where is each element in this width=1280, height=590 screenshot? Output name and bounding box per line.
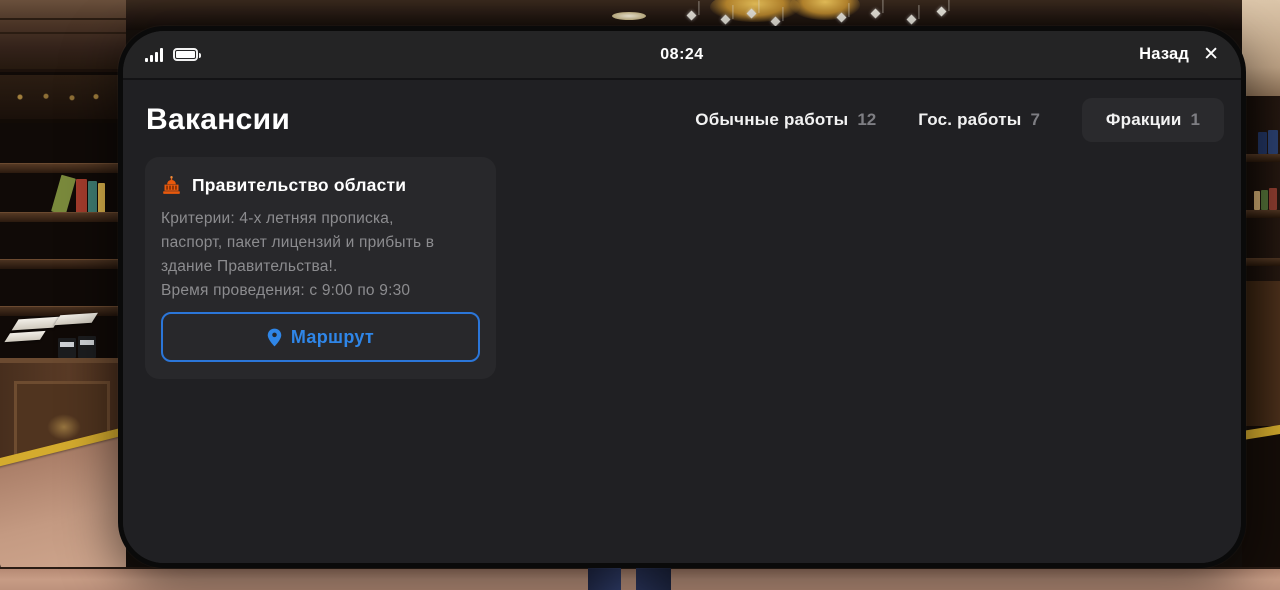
tab-label: Фракции (1105, 110, 1182, 129)
wood-molding (0, 0, 126, 72)
book-spine (1254, 191, 1260, 210)
wall (1242, 0, 1280, 96)
gold-emblem (47, 414, 81, 440)
game-screen: 08:24 Назад ✕ Вакансии Обычные работы 12… (0, 0, 1280, 590)
background-bookshelf-right (1242, 0, 1280, 590)
book-spine (1258, 132, 1267, 154)
book-spine (51, 174, 76, 216)
tab-label: Гос. работы (918, 110, 1022, 129)
tab-factions[interactable]: Фракции 1 (1081, 98, 1224, 142)
book-spine (1269, 188, 1277, 210)
schedule-line: Время проведения: с 9:00 по 9:30 (161, 282, 411, 299)
book-spine (1268, 130, 1278, 154)
government-building-icon (163, 176, 180, 194)
chandelier-crystal-icon (906, 14, 917, 25)
battery-icon (173, 48, 201, 61)
location-pin-icon (267, 328, 282, 346)
shelf-board (0, 212, 126, 222)
vacancy-title: Правительство области (192, 175, 407, 195)
description-line: Критерии: 4-х летняя прописка, (161, 210, 394, 227)
shelf-board (1242, 154, 1280, 162)
paper-sheet (11, 316, 61, 331)
route-button-label: Маршрут (290, 326, 375, 347)
chandelier-gold (790, 0, 860, 20)
binder (58, 338, 76, 358)
tab-count-badge: 1 (1190, 110, 1200, 129)
description-line: здание Правительства!. (161, 258, 338, 275)
tab-bar: Обычные работы 12 Гос. работы 7 Фракции … (695, 98, 1224, 142)
paper-sheet (4, 330, 46, 343)
chandelier-crystal-icon (936, 6, 947, 17)
vacancy-description: Критерии: 4-х летняя прописка, паспорт, … (161, 207, 480, 303)
route-button[interactable]: Маршрут (161, 312, 480, 362)
background-bookshelf-left (0, 0, 126, 590)
shelf-board (0, 163, 126, 173)
book-spine (1261, 190, 1268, 210)
page-title: Вакансии (146, 103, 291, 136)
description-line: паспорт, пакет лицензий и прибыть в (161, 234, 435, 251)
binder (78, 336, 96, 358)
gold-ornament (8, 93, 108, 101)
status-bar: 08:24 Назад ✕ (123, 31, 1241, 80)
shelf-board (1242, 210, 1280, 218)
paper-sheet (54, 312, 98, 326)
book-spine (98, 183, 105, 214)
tab-count-badge: 7 (1030, 110, 1040, 129)
tablet-panel: 08:24 Назад ✕ Вакансии Обычные работы 12… (118, 26, 1246, 568)
wood-frieze (0, 75, 126, 123)
status-left (145, 47, 201, 62)
book-spine (76, 179, 87, 214)
vacancies-page: Вакансии Обычные работы 12 Гос. работы 7… (123, 82, 1241, 563)
tab-regular-jobs[interactable]: Обычные работы 12 (695, 98, 876, 142)
back-button[interactable]: Назад (1139, 45, 1189, 64)
wood-cabinet (1242, 281, 1280, 426)
book-spine (88, 181, 97, 214)
close-icon[interactable]: ✕ (1203, 45, 1219, 64)
shelf-board (1242, 258, 1280, 266)
vacancy-card-header: Правительство области (161, 175, 480, 196)
tab-gov-jobs[interactable]: Гос. работы 7 (918, 98, 1040, 142)
player-leg (636, 567, 671, 590)
vacancy-card: Правительство области Критерии: 4-х летн… (145, 157, 496, 379)
chandelier-crystal-icon (686, 10, 697, 21)
ceiling-light (612, 12, 646, 20)
tab-count-badge: 12 (857, 110, 877, 129)
clock: 08:24 (660, 45, 704, 63)
signal-bars-icon (145, 47, 163, 62)
player-leg (588, 567, 621, 590)
page-header: Вакансии Обычные работы 12 Гос. работы 7… (146, 96, 1224, 144)
tab-label: Обычные работы (695, 110, 849, 129)
chandelier-crystal-icon (870, 8, 881, 19)
shelf-board (0, 259, 126, 269)
status-right: Назад ✕ (1139, 45, 1219, 64)
wood-floor-bottom (0, 567, 1280, 590)
